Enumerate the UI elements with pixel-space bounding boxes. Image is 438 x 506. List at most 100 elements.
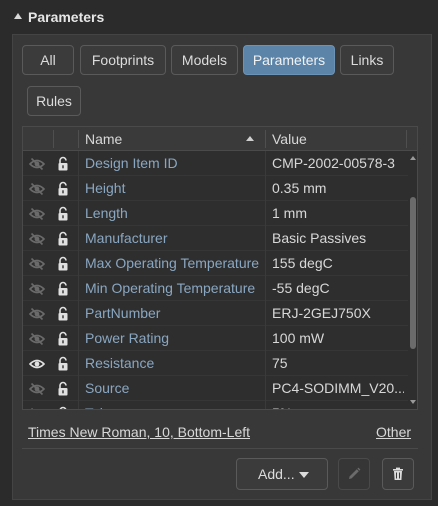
- eye-slash-icon[interactable]: [28, 231, 46, 247]
- scrollbar-thumb[interactable]: [410, 197, 416, 349]
- table-row[interactable]: Min Operating Temperature -55 degC: [23, 276, 408, 301]
- column-separator: [265, 351, 266, 376]
- unlocked-padlock-icon[interactable]: [55, 381, 71, 397]
- table-row[interactable]: Max Operating Temperature 155 degC: [23, 251, 408, 276]
- filter-all-button[interactable]: All: [22, 45, 74, 75]
- table-row[interactable]: Resistance 75: [23, 351, 408, 376]
- parameter-value[interactable]: Basic Passives: [272, 226, 404, 251]
- column-separator: [265, 326, 266, 351]
- unlocked-padlock-icon[interactable]: [55, 306, 71, 322]
- unlocked-padlock-icon[interactable]: [55, 206, 71, 222]
- parameter-value[interactable]: -55 degC: [272, 276, 404, 301]
- table-row[interactable]: Height 0.35 mm: [23, 176, 408, 201]
- dropdown-caret-icon: [299, 472, 309, 478]
- eye-slash-icon[interactable]: [28, 156, 46, 172]
- table-row[interactable]: Manufacturer Basic Passives: [23, 226, 408, 251]
- parameter-name: Design Item ID: [85, 155, 178, 171]
- add-button[interactable]: Add...: [236, 458, 328, 490]
- unlocked-padlock-icon[interactable]: [55, 256, 71, 272]
- unlocked-padlock-icon[interactable]: [55, 281, 71, 297]
- column-separator: [78, 151, 79, 176]
- unlocked-padlock-icon[interactable]: [55, 181, 71, 197]
- unlocked-padlock-icon[interactable]: [55, 231, 71, 247]
- parameter-name: Source: [85, 380, 130, 396]
- column-separator: [265, 401, 266, 409]
- panel-header[interactable]: Parameters: [0, 0, 438, 34]
- parameter-value[interactable]: 0.35 mm: [272, 176, 404, 201]
- edit-button[interactable]: [338, 458, 370, 490]
- column-separator: [78, 401, 79, 409]
- parameter-value[interactable]: PC4-SODIMM_V20...: [272, 376, 404, 401]
- column-separator: [78, 301, 79, 326]
- parameter-name: Height: [85, 180, 126, 196]
- parameter-name: Tolerance: [85, 401, 263, 409]
- add-button-label: Add...: [258, 466, 295, 482]
- eye-slash-icon[interactable]: [28, 181, 46, 197]
- table-row[interactable]: Length 1 mm: [23, 201, 408, 226]
- table-row[interactable]: PartNumber ERJ-2GEJ750X: [23, 301, 408, 326]
- trash-icon: [393, 467, 403, 480]
- font-settings-link[interactable]: Times New Roman, 10, Bottom-Left: [28, 424, 250, 440]
- parameter-value[interactable]: ERJ-2GEJ750X: [272, 301, 404, 326]
- unlocked-padlock-icon[interactable]: [55, 156, 71, 172]
- eye-slash-icon[interactable]: [28, 256, 46, 272]
- parameter-name: Manufacturer: [85, 230, 168, 246]
- header-separator: [265, 130, 266, 148]
- eye-slash-icon[interactable]: [28, 331, 46, 347]
- column-separator: [265, 276, 266, 301]
- eye-slash-icon[interactable]: [28, 306, 46, 322]
- header-separator: [53, 130, 54, 148]
- sort-ascending-icon[interactable]: [246, 136, 254, 141]
- filter-footprints-button[interactable]: Footprints: [80, 45, 166, 75]
- table-row[interactable]: Tolerance 5%: [23, 401, 408, 409]
- panel-title: Parameters: [28, 9, 105, 25]
- delete-button[interactable]: [382, 458, 414, 490]
- header-separator: [78, 130, 79, 148]
- column-separator: [265, 176, 266, 201]
- parameters-grid[interactable]: Name Value Design Item ID CMP-2002-00578-…: [22, 126, 418, 410]
- parameter-value[interactable]: 100 mW: [272, 326, 404, 351]
- table-row[interactable]: Source PC4-SODIMM_V20...: [23, 376, 408, 401]
- grid-header: Name Value: [23, 127, 417, 151]
- collapse-triangle-icon[interactable]: [14, 13, 22, 19]
- parameter-value[interactable]: 155 degC: [272, 251, 404, 276]
- parameter-value[interactable]: 75: [272, 351, 404, 376]
- eye-icon[interactable]: [28, 356, 46, 372]
- parameter-value[interactable]: 5%: [272, 401, 404, 409]
- scroll-down-icon[interactable]: [410, 400, 416, 404]
- column-separator: [78, 276, 79, 301]
- eye-slash-icon[interactable]: [29, 406, 45, 409]
- column-separator: [78, 176, 79, 201]
- eye-slash-icon[interactable]: [28, 281, 46, 297]
- parameter-value[interactable]: CMP-2002-00578-3: [272, 151, 404, 176]
- filter-links-button[interactable]: Links: [340, 45, 394, 75]
- column-separator: [265, 251, 266, 276]
- scroll-up-icon[interactable]: [410, 156, 416, 160]
- unlocked-padlock-icon[interactable]: [55, 356, 71, 372]
- header-separator: [406, 130, 407, 148]
- table-row[interactable]: Design Item ID CMP-2002-00578-3: [23, 151, 408, 176]
- column-separator: [265, 226, 266, 251]
- column-separator: [78, 326, 79, 351]
- parameter-name: Min Operating Temperature: [85, 280, 256, 296]
- unlocked-padlock-icon[interactable]: [55, 331, 71, 347]
- column-separator: [265, 301, 266, 326]
- parameter-name: Power Rating: [85, 330, 170, 346]
- table-row[interactable]: Power Rating 100 mW: [23, 326, 408, 351]
- column-separator: [265, 151, 266, 176]
- column-header-name[interactable]: Name: [85, 127, 122, 151]
- filter-models-button[interactable]: Models: [171, 45, 238, 75]
- column-separator: [265, 376, 266, 401]
- eye-slash-icon[interactable]: [28, 206, 46, 222]
- other-link[interactable]: Other: [376, 424, 411, 440]
- parameter-value[interactable]: 1 mm: [272, 201, 404, 226]
- eye-slash-icon[interactable]: [28, 381, 46, 397]
- vertical-scrollbar[interactable]: [408, 151, 417, 409]
- parameter-name: Resistance: [85, 355, 155, 371]
- pencil-icon: [349, 467, 361, 479]
- filter-rules-button[interactable]: Rules: [27, 86, 81, 116]
- filter-parameters-button[interactable]: Parameters: [243, 45, 335, 75]
- parameter-name: PartNumber: [85, 305, 161, 321]
- column-header-value[interactable]: Value: [272, 127, 307, 151]
- unlocked-padlock-icon[interactable]: [55, 406, 71, 409]
